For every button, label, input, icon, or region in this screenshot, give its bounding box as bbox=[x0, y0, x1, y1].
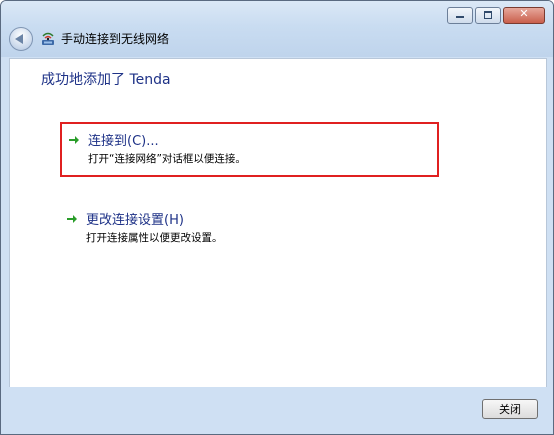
connect-to-title: 连接到(C)... bbox=[88, 134, 159, 149]
content-panel: 成功地添加了 Tenda 连接到(C)... 打开“连接网络”对话框以便连接。 … bbox=[9, 58, 547, 388]
green-arrow-icon bbox=[69, 136, 79, 144]
green-arrow-icon bbox=[67, 215, 77, 223]
close-button[interactable]: 关闭 bbox=[482, 399, 538, 419]
window-controls: ✕ bbox=[447, 7, 545, 24]
page-heading: 成功地添加了 Tenda bbox=[41, 72, 171, 88]
title-bar: ✕ 手动连接到无线网络 bbox=[1, 1, 553, 57]
close-icon: ✕ bbox=[519, 7, 529, 20]
connect-to-description: 打开“连接网络”对话框以便连接。 bbox=[88, 153, 246, 165]
footer-bar bbox=[1, 387, 553, 434]
maximize-button[interactable] bbox=[475, 7, 501, 24]
change-settings-title: 更改连接设置(H) bbox=[86, 213, 184, 228]
connect-to-option[interactable]: 连接到(C)... 打开“连接网络”对话框以便连接。 bbox=[60, 122, 439, 177]
window-title: 手动连接到无线网络 bbox=[61, 32, 170, 46]
change-settings-option[interactable]: 更改连接设置(H) 打开连接属性以便更改设置。 bbox=[60, 207, 439, 262]
wireless-network-icon bbox=[42, 32, 54, 45]
change-settings-description: 打开连接属性以便更改设置。 bbox=[86, 232, 223, 244]
close-window-button[interactable]: ✕ bbox=[503, 7, 545, 24]
minimize-icon bbox=[456, 16, 464, 18]
maximize-icon bbox=[484, 11, 492, 19]
dialog-window: ✕ 手动连接到无线网络 成功地添加了 Tenda 连接到(C)... 打开“连接… bbox=[0, 0, 554, 435]
minimize-button[interactable] bbox=[447, 7, 473, 24]
back-arrow-icon[interactable] bbox=[9, 27, 33, 51]
